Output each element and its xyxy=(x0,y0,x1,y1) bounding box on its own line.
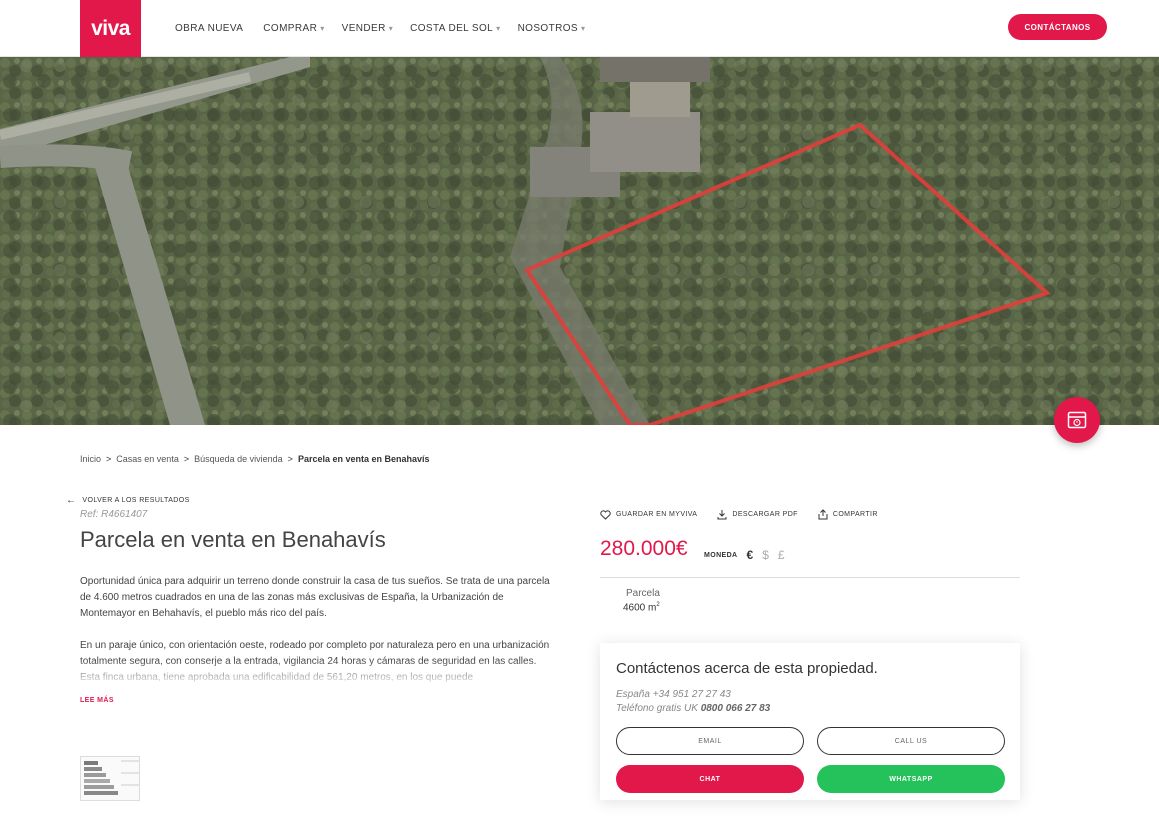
energy-certificate-thumbnail[interactable] xyxy=(80,756,140,801)
plot-size: 4600 m xyxy=(623,602,657,614)
divider xyxy=(600,577,1020,578)
currency-dollar[interactable]: $ xyxy=(762,548,769,562)
breadcrumb-link-casas[interactable]: Casas en venta xyxy=(116,454,179,464)
viva-logo[interactable]: viva xyxy=(80,0,141,57)
phone-label: Teléfono gratis UK xyxy=(616,703,698,714)
share-button[interactable]: COMPARTIR xyxy=(818,509,878,520)
page-title: Parcela en venta en Benahavís xyxy=(80,527,386,552)
main-nav: OBRA NUEVA COMPRAR ▾ VENDER ▾ COSTA DEL SO… xyxy=(175,0,602,57)
download-pdf-button[interactable]: DESCARGAR PDF xyxy=(717,509,798,520)
description-paragraph: Oportunidad única para adquirir un terre… xyxy=(80,576,550,619)
contact-uk-phone: Teléfono gratis UK 0800 066 27 83 xyxy=(616,703,770,714)
share-label: COMPARTIR xyxy=(832,511,878,518)
nav-item-label: COSTA DEL SOL xyxy=(410,23,494,34)
breadcrumb-link-busqueda[interactable]: Búsqueda de vivienda xyxy=(194,454,283,464)
contact-spain-phone: España +34 951 27 27 43 xyxy=(616,689,731,700)
nav-item-vender[interactable]: VENDER ▾ xyxy=(342,23,394,34)
currency-pound[interactable]: £ xyxy=(778,548,785,562)
breadcrumb: Inicio > Casas en venta > Búsqueda de vi… xyxy=(80,454,430,464)
property-price: 280.000€ xyxy=(600,537,688,560)
call-us-button[interactable]: CALL US xyxy=(817,727,1005,755)
unit-superscript: 2 xyxy=(656,602,660,608)
aerial-image xyxy=(0,57,1159,425)
nav-item-costa-del-sol[interactable]: COSTA DEL SOL ▾ xyxy=(410,23,500,34)
breadcrumb-separator: > xyxy=(183,454,190,464)
nav-item-obra-nueva[interactable]: OBRA NUEVA xyxy=(175,23,246,34)
nav-item-label: VENDER xyxy=(341,23,386,34)
property-description: Oportunidad única para adquirir un terre… xyxy=(80,574,550,686)
phone-label: España xyxy=(616,689,650,700)
read-more-link[interactable]: LEE MÁS xyxy=(80,697,114,704)
property-aerial-photo[interactable] xyxy=(0,57,1159,425)
property-ref: Ref: R4661407 xyxy=(80,509,148,520)
nav-item-comprar[interactable]: COMPRAR ▾ xyxy=(263,23,324,34)
site-header: viva OBRA NUEVA COMPRAR ▾ VENDER ▾ COSTA D… xyxy=(0,0,1159,57)
chevron-down-icon: ▾ xyxy=(388,24,394,33)
download-icon xyxy=(717,510,727,520)
calendar-icon xyxy=(1067,411,1087,429)
email-button[interactable]: EMAIL xyxy=(616,727,804,755)
chevron-down-icon: ▾ xyxy=(320,24,325,33)
chevron-down-icon: ▾ xyxy=(581,24,586,33)
feature-label: Parcela xyxy=(626,588,660,599)
breadcrumb-separator: > xyxy=(287,454,293,464)
contact-card: Contáctenos acerca de esta propiedad. Es… xyxy=(600,643,1020,800)
back-to-results-label: VOLVER A LOS RESULTADOS xyxy=(82,497,190,504)
description-fade xyxy=(80,660,550,686)
contact-us-button[interactable]: CONTÁCTANOS xyxy=(1008,14,1107,40)
save-to-myviva-button[interactable]: GUARDAR EN MYVIVA xyxy=(600,509,698,520)
currency-euro[interactable]: € xyxy=(747,548,754,562)
chat-button[interactable]: CHAT xyxy=(616,765,804,793)
nav-item-label: COMPRAR xyxy=(263,23,318,34)
heart-icon xyxy=(600,509,611,520)
breadcrumb-separator: > xyxy=(106,454,112,464)
nav-item-label: OBRA NUEVA xyxy=(175,23,244,34)
phone-number[interactable]: +34 951 27 27 43 xyxy=(653,689,731,700)
save-label: GUARDAR EN MYVIVA xyxy=(616,511,698,518)
energy-rating-chart xyxy=(84,760,139,795)
schedule-visit-button[interactable] xyxy=(1054,397,1100,443)
download-label: DESCARGAR PDF xyxy=(732,511,798,518)
feature-value: 4600 m2 xyxy=(623,602,660,613)
nav-item-label: NOSOTROS xyxy=(517,23,578,34)
property-actions: GUARDAR EN MYVIVA DESCARGAR PDF COMPARTI… xyxy=(600,509,878,520)
phone-number[interactable]: 0800 066 27 83 xyxy=(701,703,771,714)
breadcrumb-current: Parcela en venta en Benahavís xyxy=(297,454,430,464)
currency-selector: MONEDA € $ £ xyxy=(704,548,785,562)
share-icon xyxy=(818,509,828,520)
arrow-left-icon: ← xyxy=(66,495,77,506)
currency-label: MONEDA xyxy=(704,551,738,559)
nav-item-nosotros[interactable]: NOSOTROS ▾ xyxy=(518,23,586,34)
whatsapp-button[interactable]: WHATSAPP xyxy=(817,765,1005,793)
back-to-results-link[interactable]: ← VOLVER A LOS RESULTADOS xyxy=(66,495,190,506)
chevron-down-icon: ▾ xyxy=(496,24,501,33)
breadcrumb-link-inicio[interactable]: Inicio xyxy=(80,454,101,464)
contact-title: Contáctenos acerca de esta propiedad. xyxy=(616,660,878,677)
